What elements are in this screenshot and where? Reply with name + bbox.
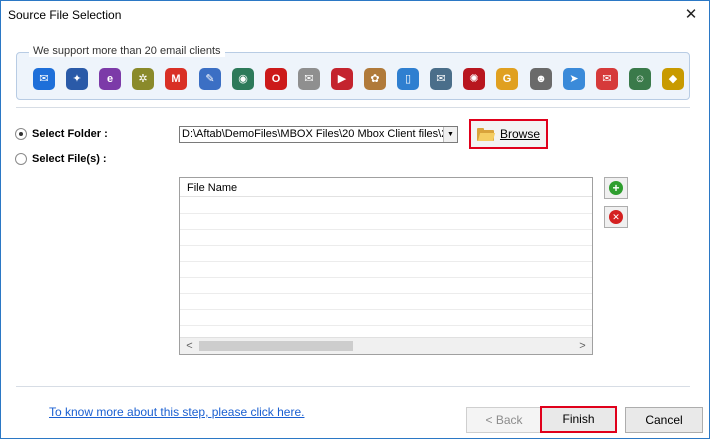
file-list-empty-row	[180, 230, 592, 246]
spicebird-icon: ✲	[132, 68, 154, 90]
select-folder-option[interactable]: Select Folder :	[15, 126, 108, 142]
select-files-radio[interactable]	[15, 153, 27, 165]
add-icon: +	[609, 181, 623, 195]
scroll-left-icon[interactable]: <	[181, 338, 198, 354]
scrollbar-thumb[interactable]	[199, 341, 353, 351]
eudora-icon: e	[99, 68, 121, 90]
mulberry-icon: ▶	[331, 68, 353, 90]
select-files-option[interactable]: Select File(s) :	[15, 151, 107, 167]
back-button[interactable]: < Back	[466, 407, 542, 433]
horizontal-scrollbar[interactable]: < >	[180, 337, 592, 354]
netscape-icon: ▯	[397, 68, 419, 90]
seamonkey-icon: ◉	[232, 68, 254, 90]
pocomail-icon: ✉	[430, 68, 452, 90]
open-folder-icon	[476, 127, 496, 141]
opera-red-icon: ✺	[463, 68, 485, 90]
folder-path-value: D:\Aftab\DemoFiles\MBOX Files\20 Mbox Cl…	[182, 128, 444, 140]
file-name-column-header[interactable]: File Name	[180, 178, 592, 197]
add-file-button[interactable]: +	[604, 177, 628, 199]
select-files-label: Select File(s) :	[32, 153, 107, 165]
select-folder-radio[interactable]	[15, 128, 27, 140]
folder-path-combobox[interactable]: D:\Aftab\DemoFiles\MBOX Files\20 Mbox Cl…	[179, 126, 458, 143]
browse-button[interactable]: Browse	[469, 119, 548, 149]
scroll-right-icon[interactable]: >	[574, 338, 591, 354]
opera-mail-icon: O	[265, 68, 287, 90]
source-file-selection-dialog: Source File Selection ✕ We support more …	[0, 0, 710, 439]
file-list-empty-row	[180, 214, 592, 230]
postbox-icon: ✎	[199, 68, 221, 90]
apple-mail-icon: ✉	[596, 68, 618, 90]
claws-mail-icon: ✉	[298, 68, 320, 90]
top-divider	[16, 107, 690, 108]
gnu-icon: ☻	[530, 68, 552, 90]
file-list[interactable]: File Name < >	[179, 177, 593, 355]
finish-button[interactable]: Finish	[540, 406, 617, 433]
file-list-empty-row	[180, 278, 592, 294]
bottom-divider	[16, 386, 690, 387]
dropdown-arrow-icon[interactable]: ▼	[443, 127, 457, 142]
file-list-empty-row	[180, 310, 592, 326]
gyazmail-icon: G	[496, 68, 518, 90]
file-list-empty-row	[180, 246, 592, 262]
file-list-empty-row	[180, 198, 592, 214]
thunderbird-icon: ✦	[66, 68, 88, 90]
gmail-icon: M	[165, 68, 187, 90]
browse-label: Browse	[499, 127, 540, 141]
dialog-body: We support more than 20 email clients ✉ ✦…	[2, 30, 708, 438]
sylpheed-icon: ✿	[364, 68, 386, 90]
browse-button-content: Browse	[476, 127, 540, 141]
remove-file-button[interactable]: ✕	[604, 206, 628, 228]
supported-clients-group: We support more than 20 email clients ✉ ✦…	[16, 45, 690, 100]
close-button[interactable]: ✕	[681, 5, 701, 25]
the-bat-icon: ◆	[662, 68, 684, 90]
help-link[interactable]: To know more about this step, please cli…	[49, 405, 304, 419]
title-bar: Source File Selection ✕	[1, 1, 709, 30]
mail-app-icon: ✉	[33, 68, 55, 90]
mailcopa-icon: ➤	[563, 68, 585, 90]
remove-icon: ✕	[609, 210, 623, 224]
file-list-empty-row	[180, 262, 592, 278]
cancel-button[interactable]: Cancel	[625, 407, 703, 433]
supported-clients-label: We support more than 20 email clients	[29, 45, 225, 57]
file-list-empty-row	[180, 294, 592, 310]
mozilla-icon: ☺	[629, 68, 651, 90]
window-title: Source File Selection	[8, 8, 122, 22]
select-folder-label: Select Folder :	[32, 128, 108, 140]
